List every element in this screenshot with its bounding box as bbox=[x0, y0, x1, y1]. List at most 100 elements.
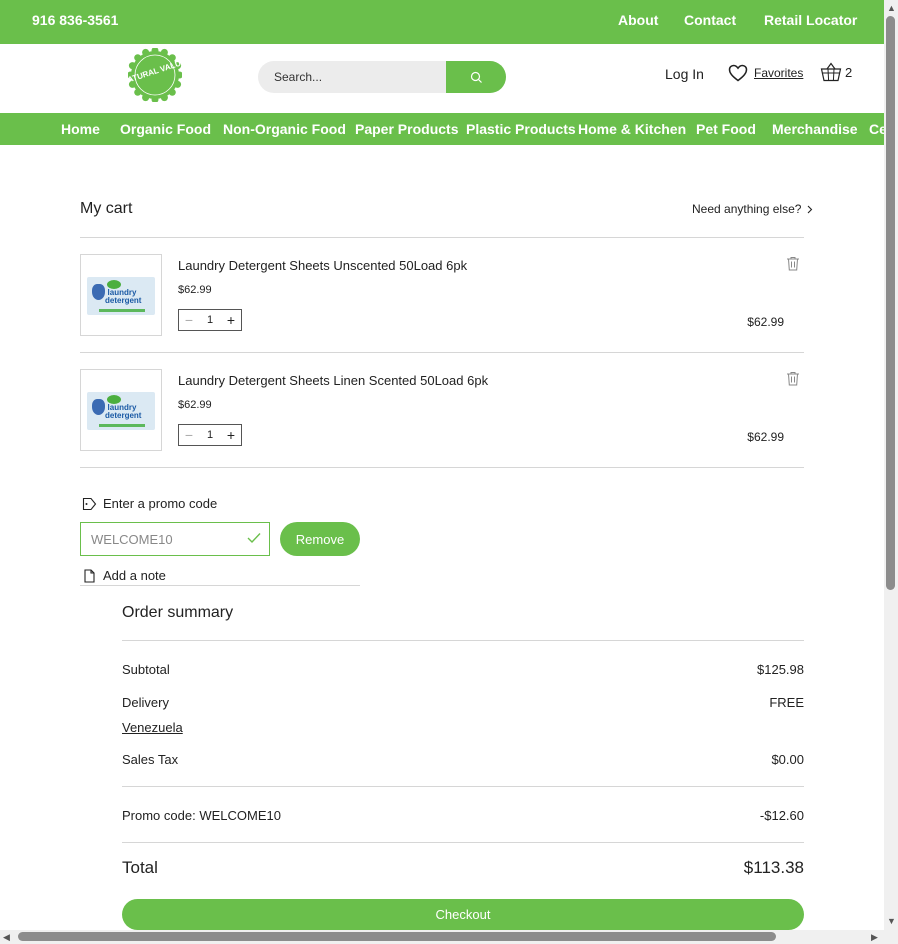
vertical-scrollbar[interactable]: ▲ ▼ bbox=[884, 0, 898, 944]
product-image-label: laundry detergent bbox=[105, 288, 142, 305]
header: NATURAL VALUE Log In Favorites 2 bbox=[0, 44, 884, 113]
cart-item: laundry detergent Laundry Detergent Shee… bbox=[80, 238, 804, 353]
promo-code-input[interactable] bbox=[81, 523, 241, 555]
search-icon bbox=[470, 71, 482, 83]
tax-label: Sales Tax bbox=[122, 752, 179, 767]
cart-item: laundry detergent Laundry Detergent Shee… bbox=[80, 353, 804, 468]
nav-home-kitchen[interactable]: Home & Kitchen bbox=[578, 121, 686, 137]
nav-paper-products[interactable]: Paper Products bbox=[355, 121, 458, 137]
nav-non-organic-food[interactable]: Non-Organic Food bbox=[223, 121, 346, 137]
horizontal-scroll-thumb[interactable] bbox=[18, 932, 776, 941]
about-link[interactable]: About bbox=[618, 12, 658, 28]
product-stripe-graphic bbox=[99, 309, 145, 312]
top-bar: 916 836-3561 About Contact Retail Locato… bbox=[0, 0, 884, 44]
tag-icon bbox=[82, 497, 97, 510]
scroll-down-icon[interactable]: ▼ bbox=[887, 916, 896, 926]
subtotal-label: Subtotal bbox=[122, 662, 170, 677]
nav-merchandise[interactable]: Merchandise bbox=[772, 121, 858, 137]
note-icon bbox=[84, 568, 95, 583]
delivery-country-link[interactable]: Venezuela bbox=[122, 720, 183, 735]
order-summary-title: Order summary bbox=[122, 604, 234, 621]
favorites-label: Favorites bbox=[754, 66, 804, 80]
item-total: $62.99 bbox=[747, 315, 784, 329]
decrease-qty-button[interactable]: − bbox=[183, 313, 195, 327]
total-value: $113.38 bbox=[743, 858, 804, 877]
total-label: Total bbox=[122, 858, 158, 877]
item-name[interactable]: Laundry Detergent Sheets Unscented 50Loa… bbox=[178, 258, 467, 273]
remove-promo-button[interactable]: Remove bbox=[280, 522, 360, 556]
quantity-stepper: − 1 + bbox=[178, 309, 242, 331]
product-mascot-graphic bbox=[92, 399, 105, 415]
horizontal-scrollbar[interactable]: ◀ ▶ bbox=[0, 930, 884, 944]
checkout-button[interactable]: Checkout bbox=[122, 899, 804, 930]
subtotal-row: Subtotal $125.98 bbox=[122, 662, 804, 677]
delivery-label: Delivery bbox=[122, 695, 169, 710]
add-note-label: Add a note bbox=[103, 568, 166, 583]
divider bbox=[122, 640, 804, 641]
nav-home[interactable]: Home bbox=[61, 121, 100, 137]
divider bbox=[80, 585, 360, 586]
product-image[interactable]: laundry detergent bbox=[80, 254, 162, 336]
quantity-stepper: − 1 + bbox=[178, 424, 242, 446]
promo-code-field bbox=[80, 522, 270, 556]
nav-pet-food[interactable]: Pet Food bbox=[696, 121, 756, 137]
need-anything-else-link[interactable]: Need anything else? bbox=[692, 202, 813, 216]
product-package: laundry detergent bbox=[87, 277, 155, 315]
promo-summary-label: Promo code: WELCOME10 bbox=[122, 808, 281, 823]
promo-row: Promo code: WELCOME10 -$12.60 bbox=[122, 808, 804, 823]
divider bbox=[80, 467, 804, 468]
nav-more[interactable]: Ce bbox=[869, 121, 884, 137]
chevron-right-icon bbox=[808, 205, 813, 213]
login-link[interactable]: Log In bbox=[665, 66, 704, 82]
retail-locator-link[interactable]: Retail Locator bbox=[764, 12, 857, 28]
site-logo[interactable]: NATURAL VALUE bbox=[121, 47, 188, 103]
divider bbox=[122, 842, 804, 843]
need-anything-label: Need anything else? bbox=[692, 202, 802, 216]
scroll-right-icon[interactable]: ▶ bbox=[871, 932, 878, 943]
nav-organic-food[interactable]: Organic Food bbox=[120, 121, 211, 137]
item-name[interactable]: Laundry Detergent Sheets Linen Scented 5… bbox=[178, 373, 488, 388]
increase-qty-button[interactable]: + bbox=[225, 428, 237, 442]
remove-item-button[interactable] bbox=[786, 371, 800, 391]
total-row: Total $113.38 bbox=[122, 858, 804, 878]
vertical-scroll-thumb[interactable] bbox=[886, 16, 895, 590]
product-stripe-graphic bbox=[99, 424, 145, 427]
scroll-up-icon[interactable]: ▲ bbox=[887, 3, 896, 13]
scroll-left-icon[interactable]: ◀ bbox=[3, 932, 10, 943]
nav-plastic-products[interactable]: Plastic Products bbox=[466, 121, 576, 137]
product-image-label: laundry detergent bbox=[105, 403, 142, 420]
main-nav: Home Organic Food Non-Organic Food Paper… bbox=[0, 113, 884, 145]
cart-button[interactable]: 2 bbox=[820, 62, 852, 82]
subtotal-value: $125.98 bbox=[757, 662, 804, 677]
promo-summary-value: -$12.60 bbox=[759, 808, 804, 823]
tax-value: $0.00 bbox=[771, 752, 804, 767]
cart-count: 2 bbox=[845, 64, 853, 80]
divider bbox=[122, 786, 804, 787]
cart-title: My cart bbox=[80, 200, 133, 217]
tax-row: Sales Tax $0.00 bbox=[122, 752, 804, 767]
phone-number[interactable]: 916 836-3561 bbox=[32, 12, 118, 28]
product-package: laundry detergent bbox=[87, 392, 155, 430]
remove-item-button[interactable] bbox=[786, 256, 800, 276]
item-price: $62.99 bbox=[178, 284, 212, 296]
add-note-button[interactable]: Add a note bbox=[84, 568, 166, 583]
search-bar bbox=[258, 61, 506, 93]
product-image[interactable]: laundry detergent bbox=[80, 369, 162, 451]
delivery-row: Delivery FREE bbox=[122, 695, 804, 710]
product-mascot-graphic bbox=[92, 284, 105, 300]
heart-icon bbox=[728, 64, 748, 82]
item-total: $62.99 bbox=[747, 430, 784, 444]
check-icon bbox=[247, 533, 261, 544]
item-price: $62.99 bbox=[178, 399, 212, 411]
promo-code-toggle[interactable]: Enter a promo code bbox=[82, 496, 217, 511]
basket-icon bbox=[820, 62, 842, 82]
quantity-value[interactable]: 1 bbox=[207, 314, 213, 326]
decrease-qty-button[interactable]: − bbox=[183, 428, 195, 442]
quantity-value[interactable]: 1 bbox=[207, 429, 213, 441]
search-button[interactable] bbox=[446, 61, 506, 93]
delivery-value: FREE bbox=[769, 695, 804, 710]
favorites-link[interactable]: Favorites bbox=[728, 64, 803, 82]
contact-link[interactable]: Contact bbox=[684, 12, 736, 28]
search-input[interactable] bbox=[258, 61, 446, 93]
increase-qty-button[interactable]: + bbox=[225, 313, 237, 327]
